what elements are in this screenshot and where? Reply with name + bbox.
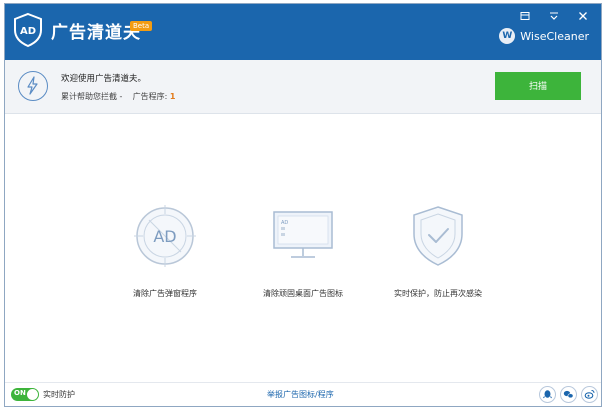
- lightning-icon: [27, 76, 38, 95]
- feature-label: 实时保护，防止再次感染: [394, 289, 482, 298]
- title-bar: AD 广告清道夫 Beta W WiseCleaner: [5, 4, 601, 60]
- shield-check-icon: [413, 206, 463, 266]
- minimize-icon: [550, 12, 558, 20]
- qq-icon: [543, 390, 552, 399]
- stats-prefix: 累计帮助您拦截 -: [61, 92, 123, 101]
- wechat-button[interactable]: [560, 386, 577, 403]
- toggle-knob: [27, 389, 38, 400]
- close-icon: [579, 12, 587, 20]
- monitor-icon: AD: [273, 211, 333, 258]
- brand-name: WiseCleaner: [520, 29, 589, 43]
- feature-label: 清除广告弹窗程序: [133, 289, 197, 298]
- scan-button[interactable]: 扫描: [495, 72, 581, 100]
- bolt-badge: [18, 71, 48, 101]
- feature-remove-popups: AD 清除广告弹窗程序: [105, 204, 225, 299]
- status-bar: ON 实时防护 举报广告图标/程序: [5, 382, 601, 406]
- weibo-icon: [584, 390, 595, 399]
- realtime-label: 实时防护: [43, 390, 75, 399]
- report-ad-link[interactable]: 举报广告图标/程序: [267, 389, 334, 400]
- ad-block-icon: AD: [134, 205, 196, 267]
- program-label: 广告程序:: [132, 92, 168, 101]
- app-logo-icon: AD: [14, 12, 42, 48]
- minimize-button[interactable]: [546, 10, 562, 24]
- welcome-message: 欢迎使用广告清道夫。: [61, 74, 147, 84]
- app-title: 广告清道夫: [51, 23, 141, 43]
- brand-link[interactable]: W WiseCleaner: [499, 28, 589, 44]
- menu-icon: [520, 12, 530, 20]
- menu-button[interactable]: [517, 10, 533, 24]
- qq-button[interactable]: [539, 386, 556, 403]
- ad-icon-text: AD: [153, 227, 176, 246]
- feature-label: 清除顽固桌面广告图标: [263, 289, 343, 298]
- wechat-icon: [563, 390, 574, 399]
- block-stats: 累计帮助您拦截 - 广告程序: 1: [61, 91, 175, 102]
- welcome-bar: 欢迎使用广告清道夫。 累计帮助您拦截 - 广告程序: 1 扫描: [5, 60, 601, 114]
- logo-text: AD: [20, 26, 36, 37]
- wisecleaner-logo-icon: W: [499, 28, 516, 44]
- toggle-state: ON: [14, 389, 26, 397]
- feature-realtime-protection: 实时保护，防止再次感染: [378, 204, 498, 299]
- realtime-protection-toggle[interactable]: ON: [11, 388, 39, 401]
- feature-remove-desktop-ads: AD 清除顽固桌面广告图标: [243, 204, 363, 299]
- app-window: AD 广告清道夫 Beta W WiseCleaner 欢迎使用广告清道夫。 累…: [4, 3, 602, 407]
- monitor-ad-text: AD: [281, 220, 288, 226]
- beta-badge: Beta: [130, 21, 153, 31]
- close-button[interactable]: [575, 10, 591, 24]
- program-count: 1: [169, 92, 176, 101]
- weibo-button[interactable]: [581, 386, 598, 403]
